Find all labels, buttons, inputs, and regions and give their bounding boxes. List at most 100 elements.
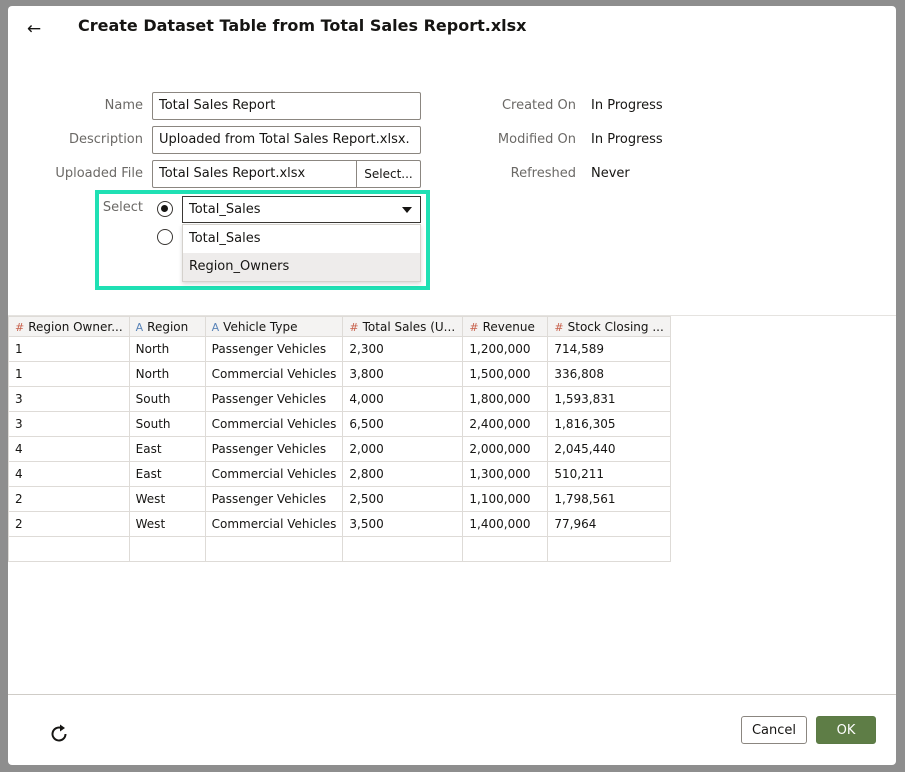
numeric-type-icon: # <box>469 320 479 334</box>
table-cell: 2,000 <box>342 436 464 462</box>
table-cell: Passenger Vehicles <box>204 386 344 412</box>
table-cell: Passenger Vehicles <box>204 336 344 362</box>
table-cell <box>128 536 206 562</box>
sheet-radio-selected[interactable] <box>157 201 173 217</box>
modified-on-label: Modified On <box>497 132 576 147</box>
table-cell: 3,500 <box>342 511 464 537</box>
select-file-button[interactable]: Select... <box>356 160 421 188</box>
sheet-selected-value: Total_Sales <box>189 202 261 217</box>
table-row: 4 East Commercial Vehicles 2,800 1,300,000 51… <box>8 461 671 487</box>
table-cell <box>462 536 549 562</box>
column-header[interactable]: A Vehicle Type <box>204 316 344 337</box>
column-header-label: Total Sales (U... <box>362 319 456 334</box>
dialog-title: Create Dataset Table from Total Sales Re… <box>78 16 527 35</box>
table-cell: 2,500 <box>342 486 464 512</box>
footer-separator <box>8 694 896 695</box>
table-cell: 510,211 <box>547 461 671 487</box>
description-label: Description <box>68 132 143 147</box>
table-cell: 1,816,305 <box>547 411 671 437</box>
table-cell: 1,593,831 <box>547 386 671 412</box>
table-cell: 2 <box>8 511 130 537</box>
table-body: 1 North Passenger Vehicles 2,300 1,200,000 71… <box>8 336 671 562</box>
radio-dot-icon <box>161 205 168 212</box>
text-type-icon: A <box>135 320 144 334</box>
table-cell: 3 <box>8 386 130 412</box>
table-cell: 1,798,561 <box>547 486 671 512</box>
column-header-label: Vehicle Type <box>223 319 298 334</box>
select-label: Select <box>102 200 143 215</box>
description-field[interactable]: Uploaded from Total Sales Report.xlsx. <box>152 126 421 154</box>
table-row: 2 West Passenger Vehicles 2,500 1,100,000 1,7… <box>8 486 671 512</box>
table-cell: Commercial Vehicles <box>204 411 344 437</box>
column-header-label: Region <box>147 319 189 334</box>
refreshed-label: Refreshed <box>510 166 576 181</box>
column-header[interactable]: # Region Owner... <box>8 316 130 337</box>
table-cell: 2,800 <box>342 461 464 487</box>
table-cell: 4 <box>8 436 130 462</box>
numeric-type-icon: # <box>15 320 25 334</box>
table-cell: Passenger Vehicles <box>204 436 344 462</box>
column-header[interactable]: A Region <box>128 316 206 337</box>
numeric-type-icon: # <box>554 320 564 334</box>
table-cell: 1 <box>8 361 130 387</box>
ok-button[interactable]: OK <box>816 716 876 744</box>
numeric-type-icon: # <box>349 320 359 334</box>
table-cell: 2,300 <box>342 336 464 362</box>
table-cell: 77,964 <box>547 511 671 537</box>
table-cell: Commercial Vehicles <box>204 361 344 387</box>
table-cell: 1,300,000 <box>462 461 549 487</box>
column-header[interactable]: # Revenue <box>462 316 549 337</box>
sheet-select-dropdown[interactable]: Total_Sales <box>182 196 421 223</box>
cancel-button[interactable]: Cancel <box>741 716 807 744</box>
sheet-options-list: Total_Sales Region_Owners <box>182 224 421 282</box>
table-row: 2 West Commercial Vehicles 3,500 1,400,000 77… <box>8 511 671 537</box>
refreshed-value: Never <box>591 166 630 181</box>
column-header[interactable]: # Stock Closing ... <box>547 316 671 337</box>
sheet-radio-unselected[interactable] <box>157 229 173 245</box>
table-cell: 2 <box>8 486 130 512</box>
caret-down-icon <box>402 207 412 213</box>
table-cell: 4 <box>8 461 130 487</box>
table-row: 3 South Passenger Vehicles 4,000 1,800,000 1,… <box>8 386 671 412</box>
sheet-option-total-sales[interactable]: Total_Sales <box>183 225 420 253</box>
table-cell: 336,808 <box>547 361 671 387</box>
column-header-label: Region Owner... <box>28 319 123 334</box>
table-cell <box>547 536 671 562</box>
table-cell: South <box>128 386 206 412</box>
name-field[interactable]: Total Sales Report <box>152 92 421 120</box>
table-cell <box>204 536 344 562</box>
table-row: 4 East Passenger Vehicles 2,000 2,000,000 2,0… <box>8 436 671 462</box>
table-cell <box>8 536 130 562</box>
table-cell: 2,400,000 <box>462 411 549 437</box>
data-preview-table: # Region Owner... A Region A Vehicle Type # Tot… <box>8 316 671 562</box>
refresh-icon[interactable] <box>48 723 70 745</box>
table-row-empty <box>8 536 671 562</box>
table-cell: East <box>128 436 206 462</box>
table-row: 1 North Passenger Vehicles 2,300 1,200,000 71… <box>8 336 671 362</box>
table-cell: 1 <box>8 336 130 362</box>
table-cell <box>342 536 464 562</box>
table-cell: North <box>128 361 206 387</box>
table-row: 1 North Commercial Vehicles 3,800 1,500,000 3… <box>8 361 671 387</box>
created-on-label: Created On <box>501 98 576 113</box>
table-cell: 1,500,000 <box>462 361 549 387</box>
table-cell: West <box>128 511 206 537</box>
table-cell: 2,045,440 <box>547 436 671 462</box>
table-cell: 1,400,000 <box>462 511 549 537</box>
name-label: Name <box>104 98 143 113</box>
table-cell: North <box>128 336 206 362</box>
uploaded-file-field[interactable]: Total Sales Report.xlsx <box>152 160 357 188</box>
sheet-option-region-owners[interactable]: Region_Owners <box>183 253 420 281</box>
table-row: 3 South Commercial Vehicles 6,500 2,400,000 1… <box>8 411 671 437</box>
text-type-icon: A <box>211 320 220 334</box>
create-dataset-dialog: ← Create Dataset Table from Total Sales … <box>8 6 896 765</box>
table-cell: West <box>128 486 206 512</box>
table-cell: 1,200,000 <box>462 336 549 362</box>
column-header-label: Stock Closing ... <box>567 319 664 334</box>
table-cell: 3 <box>8 411 130 437</box>
table-cell: Commercial Vehicles <box>204 511 344 537</box>
column-header-label: Revenue <box>482 319 535 334</box>
uploaded-file-label: Uploaded File <box>55 166 143 181</box>
column-header[interactable]: # Total Sales (U... <box>342 316 464 337</box>
back-arrow-icon[interactable]: ← <box>22 18 46 42</box>
